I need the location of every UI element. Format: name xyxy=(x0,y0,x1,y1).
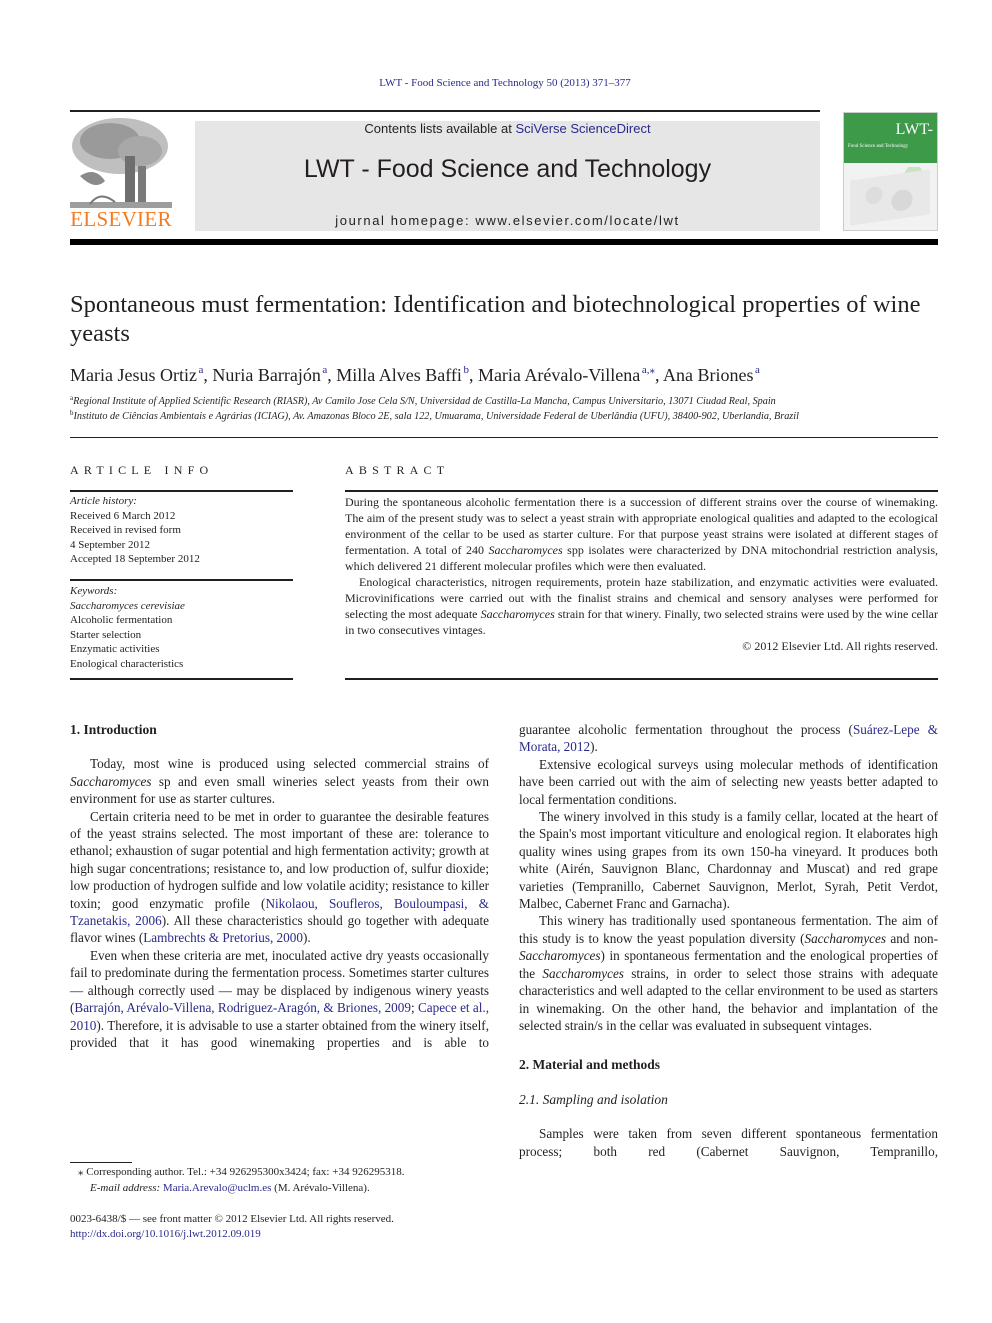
species-name: Saccharomyces xyxy=(519,948,601,964)
divider xyxy=(70,490,293,492)
species-name: Saccharomyces xyxy=(480,607,555,621)
species-name: Saccharomyces xyxy=(70,773,152,789)
email-suffix: (M. Arévalo-Villena). xyxy=(271,1182,370,1194)
citation-link[interactable]: Barrajón, Arévalo-Villena, Rodriguez-Ara… xyxy=(74,1000,411,1015)
text: ). xyxy=(590,739,598,755)
email-note: E-mail address: Maria.Arevalo@uclm.es (M… xyxy=(90,1181,370,1196)
author-list: Maria Jesus Ortiz a, Nuria Barrajón a, M… xyxy=(70,364,760,385)
footnote-rule xyxy=(70,1162,132,1163)
author-name: Maria Arévalo-Villena xyxy=(477,365,641,385)
subsection-heading: 2.1. Sampling and isolation xyxy=(519,1091,668,1107)
article-history: Article history: Received 6 March 2012 R… xyxy=(70,494,293,567)
text: Today, most wine is produced using selec… xyxy=(90,756,489,772)
keyword: Saccharomyces cerevisiae xyxy=(70,599,185,612)
citation-link[interactable]: Lambrechts & Pretorius, 2000 xyxy=(143,930,303,945)
keyword: Starter selection xyxy=(70,628,142,641)
divider xyxy=(70,437,938,438)
author-affiliation-mark[interactable]: a,⁎ xyxy=(642,364,655,376)
body-paragraph: Extensive ecological surveys using molec… xyxy=(519,756,938,807)
text: and non- xyxy=(886,930,938,946)
email-label: E-mail address: xyxy=(90,1182,163,1194)
text: ; xyxy=(410,1000,418,1016)
author-affiliation-mark[interactable]: a xyxy=(198,364,203,376)
body-paragraph: guarantee alcoholic fermentation through… xyxy=(519,721,938,756)
abstract-heading: ABSTRACT xyxy=(345,463,450,477)
divider xyxy=(70,678,293,680)
body-column-left: 1. Introduction Today, most wine is prod… xyxy=(70,721,489,1051)
keyword: Alcoholic fermentation xyxy=(70,614,173,626)
issn-line: 0023-6438/$ — see front matter © 2012 El… xyxy=(70,1213,394,1225)
email-link[interactable]: Maria.Arevalo@uclm.es xyxy=(163,1182,271,1194)
affiliation-text: Regional Institute of Applied Scientific… xyxy=(73,396,776,407)
keywords-label: Keywords: xyxy=(70,585,118,597)
affiliation-text: Instituto de Ciências Ambientais e Agrár… xyxy=(73,411,799,422)
cover-subtitle: Food Science and Technology xyxy=(848,144,909,149)
body-paragraph: The winery involved in this study is a f… xyxy=(519,809,938,912)
body-paragraph: This winery has traditionally used spont… xyxy=(519,912,938,1034)
affiliation: aRegional Institute of Applied Scientifi… xyxy=(70,394,940,407)
section-heading: 1. Introduction xyxy=(70,722,157,737)
body-paragraph: Samples were taken from seven different … xyxy=(519,1126,938,1159)
journal-homepage[interactable]: journal homepage: www.elsevier.com/locat… xyxy=(195,213,820,228)
divider xyxy=(345,678,938,680)
body-paragraph: Today, most wine is produced using selec… xyxy=(70,755,489,807)
author-affiliation-mark[interactable]: a xyxy=(755,364,760,376)
history-item: Received 6 March 2012 xyxy=(70,509,176,522)
text: ). Therefore, it is advisable to use a s… xyxy=(70,1017,489,1050)
journal-name: LWT - Food Science and Technology xyxy=(303,155,712,183)
affiliation: bInstituto de Ciências Ambientais e Agrá… xyxy=(70,409,940,422)
body-paragraph: Even when these criteria are met, inocul… xyxy=(70,947,489,1051)
body-paragraph: Certain criteria need to be met in order… xyxy=(70,808,489,947)
author-name: Maria Jesus Ortiz xyxy=(70,365,197,385)
history-item: Accepted 18 September 2012 xyxy=(70,553,200,565)
author-name: Ana Briones xyxy=(662,365,754,385)
elsevier-wordmark: ELSEVIER xyxy=(70,207,172,231)
author-name: Milla Alves Baffi xyxy=(336,365,462,385)
article-title: Spontaneous must fermentation: Identific… xyxy=(70,291,921,347)
elsevier-tree-icon xyxy=(70,116,172,211)
running-head[interactable]: LWT - Food Science and Technology 50 (20… xyxy=(0,77,992,89)
divider xyxy=(345,490,938,492)
section-heading: 2. Material and methods xyxy=(519,1057,660,1073)
divider xyxy=(70,579,293,581)
keyword: Enological characteristics xyxy=(70,657,184,670)
history-label: Article history: xyxy=(70,495,137,507)
abstract-paragraph: During the spontaneous alcoholic ferment… xyxy=(345,494,938,574)
cover-title: LWT- xyxy=(895,121,933,138)
history-item: 4 September 2012 xyxy=(70,538,151,551)
abstract-body: During the spontaneous alcoholic ferment… xyxy=(345,494,938,654)
contents-prefix: Contents lists available at xyxy=(364,121,516,136)
species-name: Saccharomyces xyxy=(542,965,624,981)
species-name: Saccharomyces xyxy=(804,930,887,946)
abstract-paragraph: Enological characteristics, nitrogen req… xyxy=(345,574,938,638)
header-thick-rule xyxy=(70,239,938,245)
copyright-notice: © 2012 Elsevier Ltd. All rights reserved… xyxy=(742,639,938,653)
top-rule xyxy=(70,110,820,112)
author-affiliation-mark[interactable]: a xyxy=(322,364,327,376)
elsevier-logo: ELSEVIER xyxy=(70,116,172,232)
text: guarantee alcoholic fermentation through… xyxy=(519,722,853,737)
history-item: Received in revised form xyxy=(70,524,181,536)
sciencedirect-link[interactable]: SciVerse ScienceDirect xyxy=(515,121,650,136)
article-info-heading: ARTICLE INFO xyxy=(70,463,214,477)
corresponding-author-note: ⁎ Corresponding author. Tel.: +34 926295… xyxy=(78,1166,405,1178)
contents-line: Contents lists available at SciVerse Sci… xyxy=(195,121,820,136)
species-name: Saccharomyces xyxy=(488,543,563,557)
keywords: Keywords: Saccharomyces cerevisiae Alcoh… xyxy=(70,584,293,671)
keyword: Enzymatic activities xyxy=(70,643,160,655)
author-name: Nuria Barrajón xyxy=(212,365,321,385)
cover-image xyxy=(850,169,930,226)
author-affiliation-mark[interactable]: b xyxy=(463,364,469,376)
journal-cover-thumbnail: LWT- Food Science and Technology xyxy=(843,112,938,231)
text: ). xyxy=(302,930,311,946)
doi-link[interactable]: http://dx.doi.org/10.1016/j.lwt.2012.09.… xyxy=(70,1228,261,1240)
body-column-right: guarantee alcoholic fermentation through… xyxy=(519,721,938,1160)
